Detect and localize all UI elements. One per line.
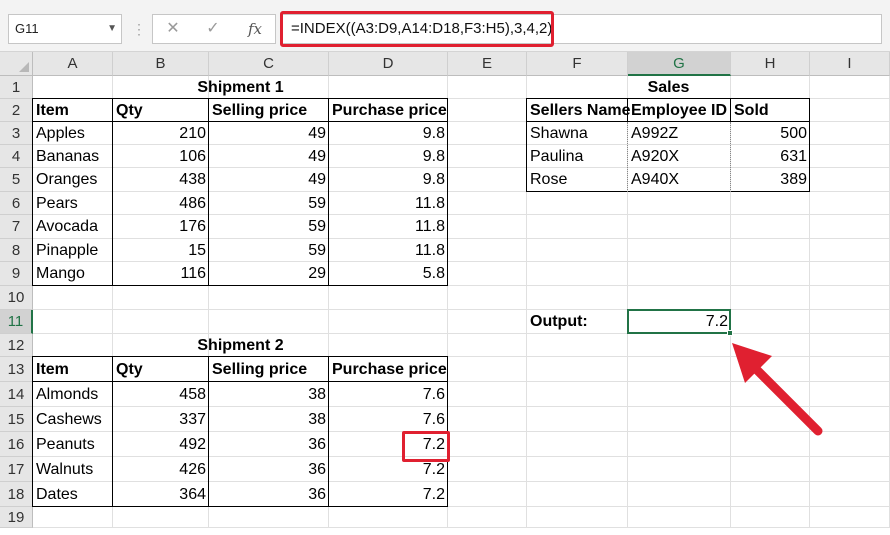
name-box[interactable]: G11 ▼ — [8, 14, 122, 44]
cancel-icon[interactable]: ✕ — [159, 15, 187, 43]
enter-icon[interactable]: ✓ — [199, 15, 227, 43]
arrow-shaft — [747, 360, 823, 436]
chevron-down-icon[interactable]: ▼ — [107, 15, 117, 43]
insert-function-icon[interactable]: fx — [241, 15, 269, 43]
spreadsheet-grid[interactable]: ABCDEFGHI 1 2 3 4 5 6 7 8 9 10 11 12 13 14 15 16 17 18 19 … — [0, 52, 890, 535]
formula-buttons: ✕ ✓ fx — [152, 14, 276, 44]
formula-bar-area: G11 ▼ ⋮ ✕ ✓ fx =INDEX((A3:D9,A14:D18,F3:… — [0, 0, 890, 52]
more-options-icon[interactable]: ⋮ — [132, 20, 146, 38]
formula-highlight-box — [280, 11, 554, 47]
name-box-value: G11 — [15, 21, 39, 36]
pointer-arrow-icon — [732, 343, 823, 436]
